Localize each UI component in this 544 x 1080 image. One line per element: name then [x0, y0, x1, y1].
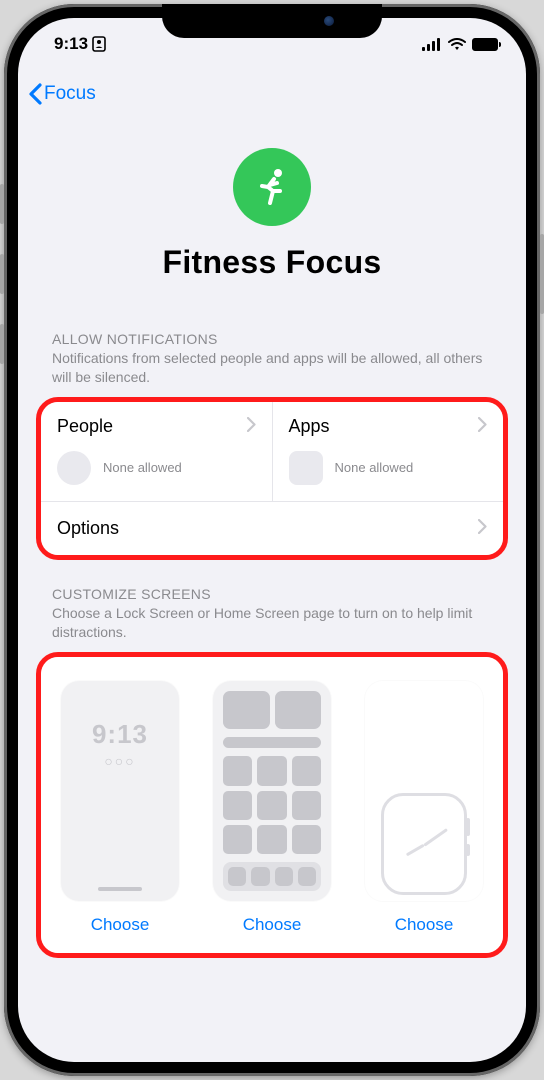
- screen: 9:13 Focus Fitness Focus: [18, 18, 526, 1062]
- cellular-icon: [422, 38, 442, 51]
- customize-card: 9:13 ○○○ Choose: [41, 657, 503, 953]
- focus-header: Fitness Focus: [18, 118, 526, 331]
- people-status: None allowed: [103, 460, 182, 475]
- apps-cell[interactable]: Apps None allowed: [272, 402, 504, 501]
- customize-header: CUSTOMIZE SCREENS: [36, 586, 508, 604]
- notifications-subtitle: Notifications from selected people and a…: [36, 349, 508, 397]
- notch: [162, 4, 382, 38]
- lock-preview-dots: ○○○: [61, 753, 179, 769]
- notifications-header: ALLOW NOTIFICATIONS: [36, 331, 508, 349]
- apps-label: Apps: [289, 416, 330, 437]
- customize-section: CUSTOMIZE SCREENS Choose a Lock Screen o…: [18, 586, 526, 958]
- status-time: 9:13: [54, 34, 88, 54]
- lock-screen-preview[interactable]: 9:13 ○○○: [61, 681, 179, 901]
- notifications-grid: People None allowed: [41, 402, 503, 501]
- home-screen-option: Choose: [201, 681, 343, 935]
- page-title: Fitness Focus: [18, 244, 526, 281]
- choose-watch-button[interactable]: Choose: [395, 915, 454, 935]
- fitness-icon: [233, 148, 311, 226]
- people-cell[interactable]: People None allowed: [41, 402, 272, 501]
- screens-row: 9:13 ○○○ Choose: [41, 657, 503, 953]
- people-label: People: [57, 416, 113, 437]
- options-row[interactable]: Options: [41, 501, 503, 555]
- lock-preview-time: 9:13: [61, 719, 179, 750]
- id-card-icon: [92, 36, 106, 52]
- avatar-placeholder-icon: [57, 451, 91, 485]
- choose-home-button[interactable]: Choose: [243, 915, 302, 935]
- customize-highlight: 9:13 ○○○ Choose: [36, 652, 508, 958]
- back-button[interactable]: Focus: [28, 83, 96, 105]
- chevron-left-icon: [28, 83, 42, 105]
- choose-lock-button[interactable]: Choose: [91, 915, 150, 935]
- notifications-section: ALLOW NOTIFICATIONS Notifications from s…: [18, 331, 526, 560]
- phone-frame: 9:13 Focus Fitness Focus: [4, 4, 540, 1076]
- nav-bar: Focus: [18, 70, 526, 118]
- back-label: Focus: [44, 83, 96, 105]
- watch-preview[interactable]: [365, 681, 483, 901]
- battery-icon: [472, 38, 498, 51]
- home-indicator-icon: [98, 887, 142, 891]
- watch-body-icon: [381, 793, 467, 895]
- home-screen-preview[interactable]: [213, 681, 331, 901]
- front-camera: [324, 16, 334, 26]
- status-right: [422, 38, 498, 51]
- running-person-icon: [250, 165, 294, 209]
- options-label: Options: [57, 518, 119, 539]
- watch-option: Choose: [353, 681, 495, 935]
- apps-status: None allowed: [335, 460, 414, 475]
- notifications-highlight: People None allowed: [36, 397, 508, 560]
- lock-screen-option: 9:13 ○○○ Choose: [49, 681, 191, 935]
- notifications-card: People None allowed: [41, 402, 503, 555]
- app-placeholder-icon: [289, 451, 323, 485]
- chevron-right-icon: [247, 416, 256, 437]
- customize-subtitle: Choose a Lock Screen or Home Screen page…: [36, 604, 508, 652]
- chevron-right-icon: [478, 518, 487, 539]
- wifi-icon: [448, 38, 466, 51]
- chevron-right-icon: [478, 416, 487, 437]
- status-left: 9:13: [54, 34, 106, 54]
